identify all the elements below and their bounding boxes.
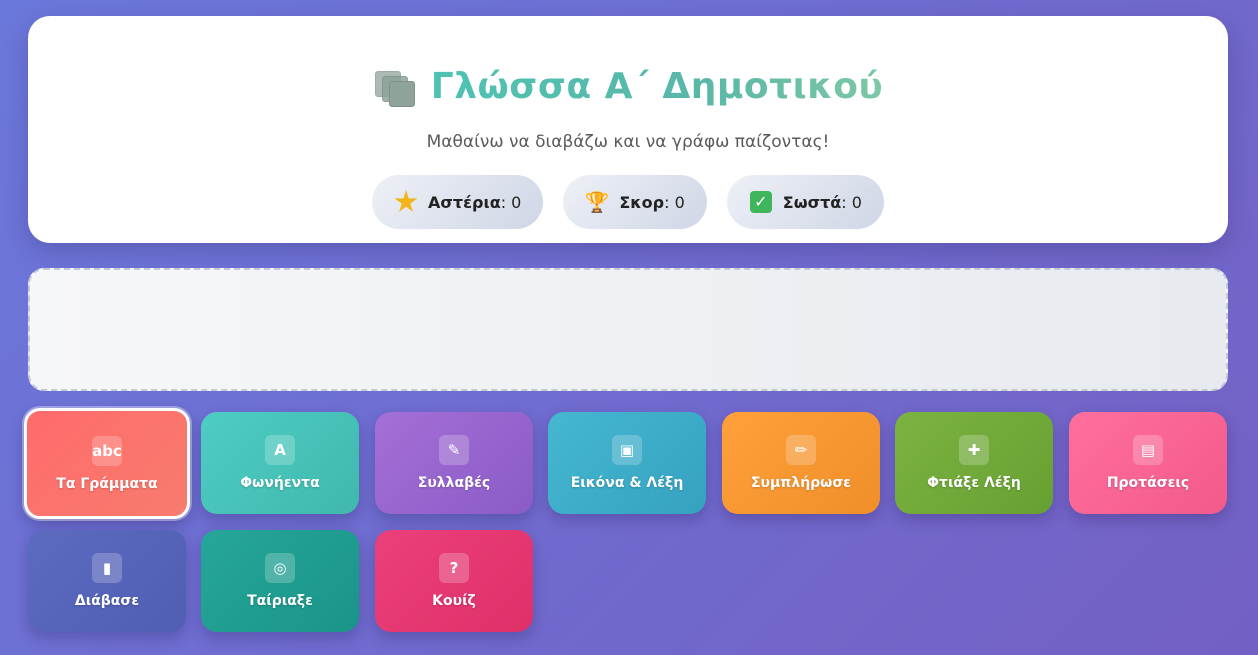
stat-stars-value: 0 [511,192,522,212]
menu-button-label: Τα Γράμματα [56,475,158,492]
memo-icon: ✎ [439,435,469,465]
menu-button-label: Συμπλήρωσε [750,475,852,491]
cards-stack-icon [373,67,417,107]
menu-button-memo[interactable]: ✎ Συλλαβές [375,412,533,514]
page-title: Γλώσσα Α΄ Δημοτικού [430,66,884,107]
menu-button-label: Προτάσεις [1106,475,1190,491]
letter-a-icon: A [265,435,295,465]
star-icon [394,190,418,214]
menu-button-label: Διάβασε [74,593,140,609]
puzzle-icon: ✚ [959,435,989,465]
stat-correct: ✓ Σωστά: 0 [726,175,884,229]
page-subtitle: Μαθαίνω να διαβάζω και να γράφω παίζοντα… [426,132,830,152]
checkmark-icon: ✓ [749,190,773,214]
stats-bar: Αστέρια: 0 🏆 Σκορ: 0 ✓ Σωστά: 0 [28,175,1228,229]
pencil-icon: ✏ [786,435,816,465]
menu-button-closed-book[interactable]: ▮ Διάβασε [28,530,186,632]
menu-button-picture[interactable]: ▣ Εικόνα & Λέξη [548,412,706,514]
stat-score: 🏆 Σκορ: 0 [563,175,707,229]
menu-button-target[interactable]: ◎ Ταίριαξε [201,530,359,632]
open-book-icon: ▤ [1133,435,1163,465]
header-card: Γλώσσα Α΄ Δημοτικού Μαθαίνω να διαβάζω κ… [28,16,1228,243]
target-icon: ◎ [265,553,295,583]
stat-correct-label: Σωστά [782,192,842,212]
menu-button-label: Συλλαβές [417,475,491,491]
stat-score-value: 0 [674,192,685,212]
title-row: Γλώσσα Α΄ Δημοτικού [28,66,1228,107]
menu-button-question[interactable]: ? Κουίζ [375,530,533,632]
closed-book-icon: ▮ [92,553,122,583]
menu-button-puzzle[interactable]: ✚ Φτιάξε Λέξη [895,412,1053,514]
menu-button-label: Εικόνα & Λέξη [570,475,684,491]
menu-button-open-book[interactable]: ▤ Προτάσεις [1069,412,1227,514]
abc-icon: abc [92,435,122,466]
question-icon: ? [439,553,469,583]
menu-button-abc[interactable]: abc Τα Γράμματα [24,408,190,519]
trophy-icon: 🏆 [584,190,610,214]
activity-content-area [28,268,1228,391]
stat-score-label: Σκορ [619,192,665,212]
menu-button-label: Φωνήεντα [240,475,320,491]
menu-button-label: Κουίζ [432,593,476,609]
stat-correct-value: 0 [851,192,862,212]
menu-button-letter-a[interactable]: A Φωνήεντα [201,412,359,514]
menu-button-label: Φτιάξε Λέξη [927,475,1021,491]
stat-stars-label: Αστέρια [428,192,501,212]
picture-icon: ▣ [612,435,642,465]
menu-button-pencil[interactable]: ✏ Συμπλήρωσε [722,412,880,514]
stat-stars: Αστέρια: 0 [372,175,544,229]
menu-button-label: Ταίριαξε [247,593,313,609]
